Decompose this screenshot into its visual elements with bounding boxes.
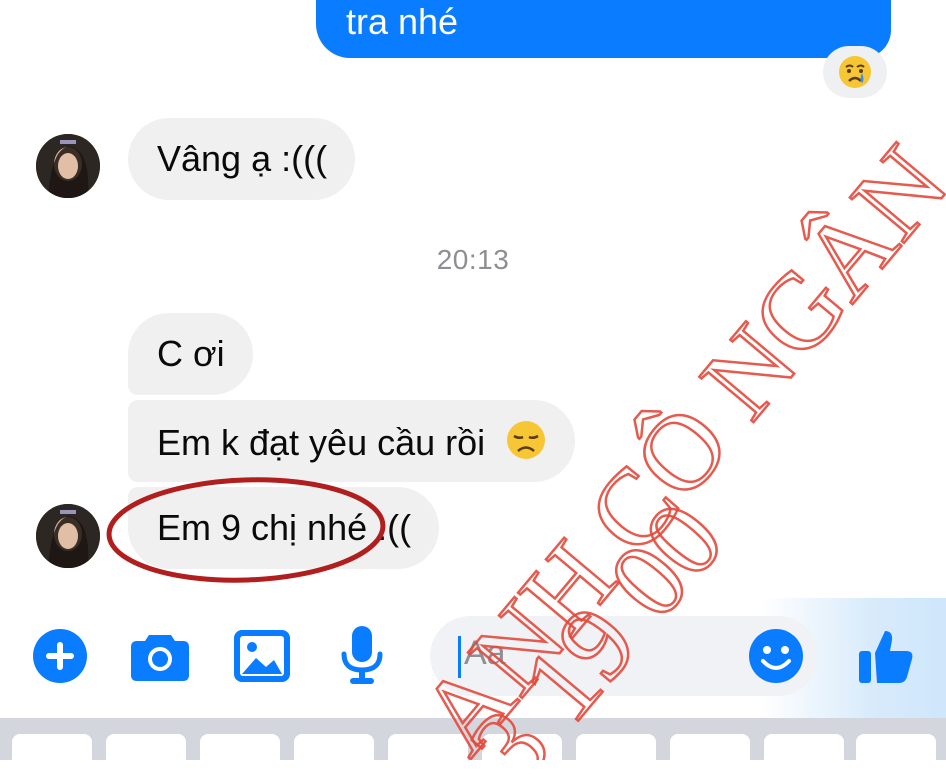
disappointed-face-icon xyxy=(507,421,546,459)
crying-face-icon xyxy=(839,56,871,88)
emoji-icon[interactable] xyxy=(748,628,804,684)
gallery-button[interactable] xyxy=(232,626,292,686)
keyboard-key[interactable] xyxy=(764,734,844,774)
text-caret xyxy=(458,636,461,678)
keyboard xyxy=(0,718,946,774)
profile-photo xyxy=(36,504,100,568)
message-input-placeholder: Aa xyxy=(464,634,506,672)
avatar[interactable] xyxy=(36,504,100,568)
keyboard-key[interactable] xyxy=(200,734,280,774)
highlight-circle xyxy=(106,477,386,583)
keyboard-key[interactable] xyxy=(856,734,936,774)
image-icon xyxy=(234,630,290,682)
incoming-message-bubble[interactable]: C ơi xyxy=(128,313,253,395)
incoming-message-text: C ơi xyxy=(157,333,225,374)
keyboard-key[interactable] xyxy=(670,734,750,774)
keyboard-key[interactable] xyxy=(12,734,92,774)
profile-photo xyxy=(36,134,100,198)
camera-icon xyxy=(131,635,189,681)
microphone-icon xyxy=(341,626,383,684)
message-timestamp: 20:13 xyxy=(436,244,510,275)
keyboard-key[interactable] xyxy=(576,734,656,774)
outgoing-message-bubble[interactable]: tra nhé xyxy=(316,0,891,58)
avatar[interactable] xyxy=(36,134,100,198)
camera-button[interactable] xyxy=(130,626,190,686)
like-icon xyxy=(859,631,913,683)
plus-button[interactable] xyxy=(30,626,90,686)
plus-icon xyxy=(33,629,87,683)
incoming-message-bubble[interactable]: Vâng ạ :((( xyxy=(128,118,356,200)
keyboard-key[interactable] xyxy=(388,734,468,774)
voice-button[interactable] xyxy=(332,626,392,686)
keyboard-key[interactable] xyxy=(106,734,186,774)
message-reaction[interactable] xyxy=(823,46,887,98)
keyboard-key[interactable] xyxy=(294,734,374,774)
incoming-message-text: Vâng ạ :((( xyxy=(157,138,328,179)
incoming-message-text: Em k đạt yêu cầu rồi xyxy=(157,422,486,463)
like-button[interactable] xyxy=(856,626,916,686)
incoming-message-bubble[interactable]: Em k đạt yêu cầu rồi xyxy=(128,400,576,482)
message-input[interactable]: Aa xyxy=(430,616,818,696)
keyboard-key[interactable] xyxy=(482,734,562,774)
outgoing-message-text: tra nhé xyxy=(346,1,459,42)
